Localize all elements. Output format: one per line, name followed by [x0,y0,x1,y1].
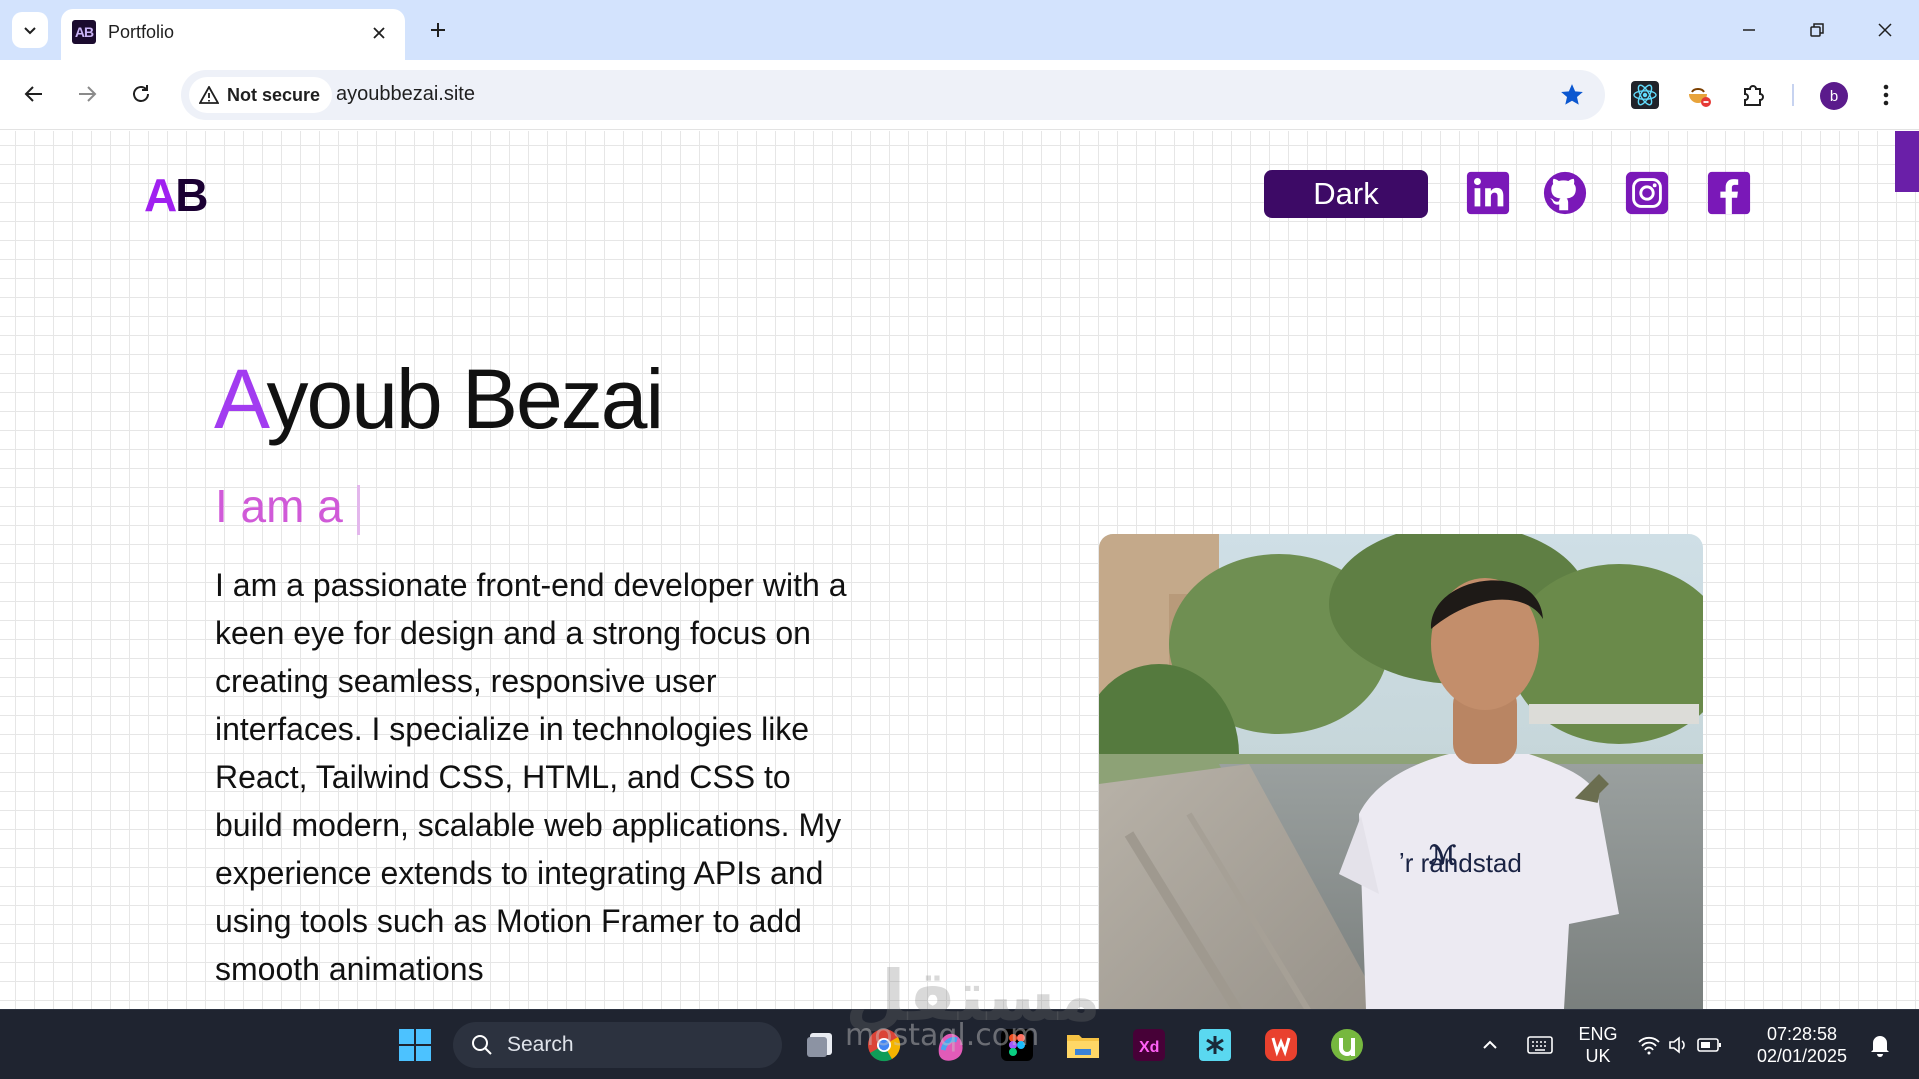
react-icon [1631,81,1659,109]
screen: AB Portfolio Not secure ayoubbezai.site … [0,0,1919,1079]
task-view-button[interactable] [800,1025,840,1065]
windows-icon [399,1029,431,1061]
task-view-icon [807,1033,832,1057]
adobe-xd-icon: Xd [1133,1029,1165,1061]
tray-overflow-button[interactable] [1470,1025,1510,1065]
taskbar-notes-app[interactable] [1195,1025,1235,1065]
svg-text:Xd: Xd [1139,1039,1159,1056]
hero-name-rest: youb Bezai [266,352,665,446]
hero-name: Ayoub Bezai [214,351,665,448]
chevron-up-icon [1483,1040,1497,1049]
typing-headline: I am a [215,479,360,535]
linkedin-icon[interactable] [1465,170,1511,216]
browser-tab-active[interactable]: AB Portfolio [61,9,405,60]
close-icon [1878,23,1892,37]
typing-cursor [356,484,360,535]
scrollbar-thumb[interactable] [1895,131,1919,192]
svg-text:ʼr randstad: ʼr randstad [1399,848,1522,878]
clock-time: 07:28:58 [1766,1024,1838,1044]
more-vertical-icon [1883,84,1889,106]
logo-letter-a: A [144,169,177,221]
tab-search-button[interactable] [12,12,48,48]
reload-icon [133,85,149,102]
utorrent-icon [1331,1029,1363,1061]
instagram-icon[interactable] [1624,170,1670,216]
chrome-menu-button[interactable] [1868,77,1904,113]
react-devtools-extension[interactable] [1627,77,1663,113]
battery-icon [1697,1038,1721,1052]
toolbar-divider [1792,84,1794,106]
browser-toolbar: Not secure ayoubbezai.site b [0,60,1919,130]
bookmark-star-icon[interactable] [1559,82,1585,108]
bell-icon [1871,1036,1889,1057]
volume-icon [1669,1036,1685,1054]
facebook-icon[interactable] [1706,170,1752,216]
language-code: ENG [1578,1024,1618,1044]
browser-tab-strip: AB Portfolio [0,0,1919,60]
tab-favicon: AB [72,20,96,44]
wifi-icon [1638,1036,1660,1055]
watermark-latin: mostaql.com [845,1018,1040,1053]
food-extension-icon [1689,88,1711,107]
extensions-button[interactable] [1735,77,1771,113]
language-region: UK [1585,1046,1611,1066]
restore-button[interactable] [1783,0,1851,60]
hero-name-initial: A [214,352,268,446]
site-logo[interactable]: AB [144,168,208,222]
puzzle-icon [1744,85,1764,106]
clock[interactable]: 07:28:58 02/01/2025 [1752,1023,1852,1067]
new-tab-button[interactable] [420,12,456,48]
wps-icon [1265,1029,1297,1061]
keyboard-icon [1527,1036,1553,1054]
github-icon[interactable] [1542,170,1588,216]
profile-photo: ℳ ʼr randstad [1099,534,1703,1009]
language-indicator[interactable]: ENG UK [1573,1023,1623,1067]
blocked-extension[interactable] [1681,77,1717,113]
url-text[interactable]: ayoubbezai.site [336,83,475,106]
asterisk-app-icon [1199,1029,1231,1061]
search-placeholder: Search [507,1033,574,1056]
touch-keyboard-button[interactable] [1520,1025,1560,1065]
typing-prefix: I am a [215,480,343,532]
close-window-button[interactable] [1851,0,1919,60]
taskbar-adobe-xd[interactable]: Xd [1129,1025,1169,1065]
plus-icon [431,23,445,37]
tab-close-button[interactable] [367,21,391,45]
address-bar[interactable]: Not secure ayoubbezai.site [181,70,1605,120]
back-button[interactable] [14,74,54,114]
logo-letter-b: B [175,169,208,221]
bio-paragraph: I am a passionate front-end developer wi… [215,567,847,987]
start-button[interactable] [395,1025,435,1065]
search-icon [472,1035,492,1055]
profile-avatar[interactable]: b [1820,82,1848,110]
restore-icon [1810,23,1824,37]
theme-toggle-button[interactable]: Dark [1264,170,1428,218]
taskbar-search[interactable]: Search [453,1022,782,1068]
chevron-down-icon [24,27,36,35]
arrow-left-icon [24,86,42,102]
reload-button[interactable] [121,74,161,114]
taskbar-wps-office[interactable] [1261,1025,1301,1065]
clock-date: 02/01/2025 [1756,1046,1848,1066]
taskbar-utorrent[interactable] [1327,1025,1367,1065]
forward-button[interactable] [67,74,107,114]
arrow-right-icon [79,86,97,102]
security-label: Not secure [227,84,321,105]
tab-title: Portfolio [108,22,175,42]
minimize-icon [1743,29,1755,31]
notifications-button[interactable] [1860,1025,1900,1065]
page-viewport: AB Dark Ayoub Bezai I am a I am a passio… [0,131,1919,1009]
close-icon [373,27,385,39]
warning-icon [199,86,219,104]
minimize-button[interactable] [1715,0,1783,60]
quick-settings-button[interactable] [1630,1025,1730,1065]
security-chip[interactable]: Not secure [189,77,333,113]
